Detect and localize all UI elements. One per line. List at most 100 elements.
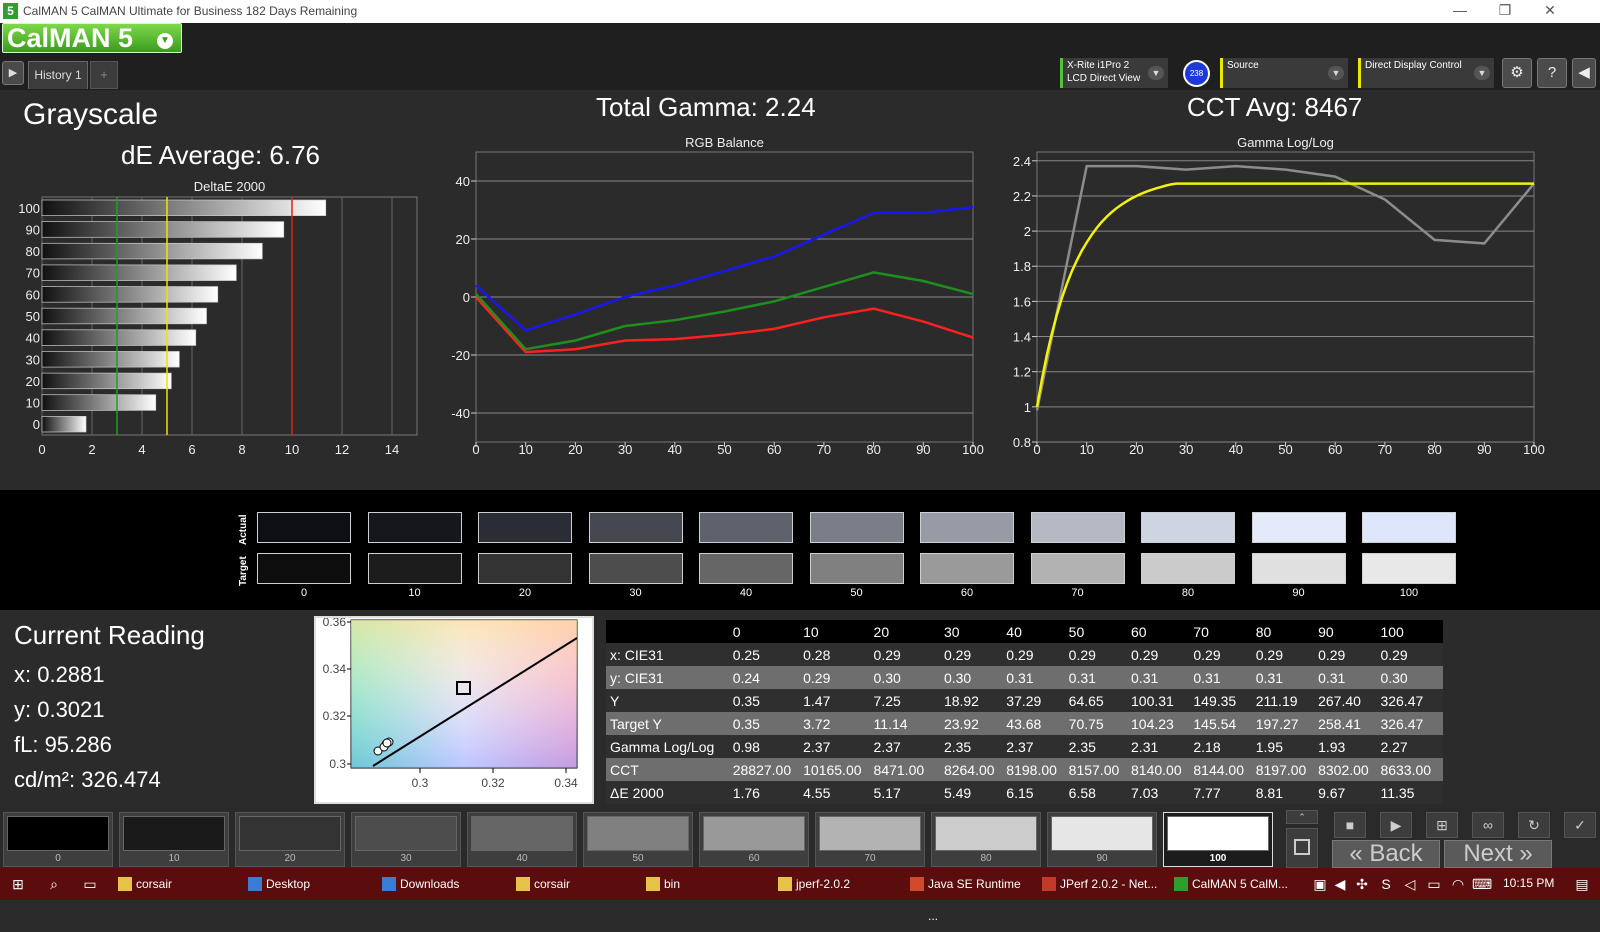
swatch-strip <box>0 490 1600 610</box>
column-header: 40 <box>1002 620 1065 643</box>
patch-color <box>471 816 573 851</box>
patch-button[interactable]: 30 <box>351 812 461 867</box>
read-series-icon[interactable]: ⊞ <box>1426 812 1458 838</box>
column-header: 0 <box>728 620 800 643</box>
table-header-row: 0 10 20 30 40 50 60 70 80 90 100 <box>606 620 1443 643</box>
cie-chromaticity-plot[interactable]: 0.36 0.34 0.32 0.3 0.3 0.32 0.34 <box>314 615 594 804</box>
category-label: 100 <box>18 201 40 216</box>
taskbar-app[interactable]: bin <box>642 868 770 900</box>
patch-button[interactable]: 20 <box>235 812 345 867</box>
bar <box>41 329 197 346</box>
app-icon <box>778 877 792 891</box>
table-cell: 2.37 <box>1002 735 1065 758</box>
taskbar-app[interactable]: Downloads <box>378 868 508 900</box>
chart-title: DeltaE 2000 <box>194 179 266 194</box>
bar <box>41 199 327 216</box>
volume-icon[interactable]: ◀ <box>1330 874 1350 894</box>
keyboard-icon[interactable]: ⌨ <box>1472 874 1492 894</box>
x-tick-label: 90 <box>916 442 930 457</box>
patch-button[interactable]: 0 <box>3 812 113 867</box>
network-icon[interactable]: ✣ <box>1352 874 1372 894</box>
x-tick-label: 12 <box>335 442 349 457</box>
y-tick-label: -20 <box>451 348 470 363</box>
wifi-icon[interactable]: ◠ <box>1448 874 1468 894</box>
taskbar-app[interactable]: corsair <box>114 868 234 900</box>
column-header: 30 <box>939 620 1003 643</box>
x-tick-label: 10 <box>518 442 532 457</box>
x-tick-label: 60 <box>767 442 781 457</box>
table-cell: 0.31 <box>1189 666 1252 689</box>
table-cell: 100.31 <box>1127 689 1190 712</box>
table-cell: 28827.00 <box>728 758 800 781</box>
skype-icon[interactable]: S <box>1376 874 1396 894</box>
refresh-icon[interactable]: ↻ <box>1518 812 1550 838</box>
stop-square-icon[interactable] <box>1286 828 1318 868</box>
x-tick-label: 0 <box>472 442 479 457</box>
y-tick-label: 2 <box>1024 224 1031 239</box>
table-cell: 2.37 <box>799 735 870 758</box>
patch-button[interactable]: 80 <box>931 812 1041 867</box>
patch-button[interactable]: 100 <box>1163 812 1273 867</box>
actual-swatch <box>588 512 683 543</box>
taskbar-app[interactable]: Java SE Runtime ... <box>906 868 1032 923</box>
notifications-icon[interactable]: ▤ <box>1572 874 1592 894</box>
next-button[interactable]: Next » <box>1444 840 1552 868</box>
patch-button[interactable]: 70 <box>815 812 925 867</box>
x-tick-label: 50 <box>1278 442 1292 457</box>
column-header: 70 <box>1189 620 1252 643</box>
actual-row-label: Actual <box>238 514 249 545</box>
table-cell: 0.29 <box>869 643 940 666</box>
table-cell: 8302.00 <box>1314 758 1377 781</box>
table-cell: 7.77 <box>1189 781 1252 804</box>
measurement-table: 0 10 20 30 40 50 60 70 80 90 100 x: CIE31 0.25 0.28 0… <box>606 620 1443 804</box>
actual-swatch <box>1030 512 1125 543</box>
bar <box>41 286 219 303</box>
windows-start-icon[interactable]: ⊞ <box>8 874 28 894</box>
table-cell: 0.29 <box>1251 643 1315 666</box>
patch-button[interactable]: 60 <box>699 812 809 867</box>
taskbar-app[interactable]: corsair <box>512 868 632 900</box>
reading-cdm: cd/m²: 326.474 <box>14 767 161 792</box>
taskbar-app[interactable]: JPerf 2.0.2 - Net... <box>1038 868 1164 900</box>
x-tick-label: 50 <box>717 442 731 457</box>
x-tick-label: 10 <box>285 442 299 457</box>
x-tick-label: 60 <box>1328 442 1342 457</box>
y-tick-label: 0.34 <box>323 662 347 676</box>
x-tick-label: 30 <box>618 442 632 457</box>
taskbar-app[interactable]: jperf-2.0.2 <box>774 868 898 900</box>
table-cell: 5.17 <box>869 781 940 804</box>
back-button[interactable]: « Back <box>1332 840 1440 868</box>
task-view-icon[interactable]: ▭ <box>80 874 100 894</box>
table-cell: 0.98 <box>728 735 800 758</box>
table-row: y: CIE31 0.24 0.29 0.30 0.30 0.31 0.31 0.31 0.31… <box>606 666 1443 689</box>
x-tick-label: 0 <box>1033 442 1040 457</box>
table-cell: 211.19 <box>1251 689 1315 712</box>
patch-button[interactable]: 50 <box>583 812 693 867</box>
target-swatch <box>588 553 683 584</box>
patch-button[interactable]: 10 <box>119 812 229 867</box>
bar <box>41 351 180 368</box>
patch-button[interactable]: 90 <box>1047 812 1157 867</box>
patch-color <box>239 816 341 851</box>
tray-icon[interactable]: ▣ <box>1310 874 1330 894</box>
check-icon[interactable]: ✓ <box>1564 812 1596 838</box>
taskbar-app[interactable]: Desktop <box>244 868 372 900</box>
x-tick-label: 10 <box>1079 442 1093 457</box>
actual-swatch <box>478 512 572 543</box>
taskbar-app[interactable]: CalMAN 5 CalM... <box>1170 868 1300 900</box>
x-tick-label: 0 <box>38 442 45 457</box>
table-cell: 0.30 <box>869 666 940 689</box>
current-reading-title: Current Reading <box>14 620 205 650</box>
chevron-up-icon[interactable]: ⌃ <box>1286 810 1318 824</box>
table-cell: 0.35 <box>728 689 800 712</box>
continuous-icon[interactable]: ∞ <box>1472 812 1504 838</box>
play-measure-icon[interactable]: ▶ <box>1380 812 1412 838</box>
column-header: 10 <box>799 620 870 643</box>
battery-icon[interactable]: ▭ <box>1424 874 1444 894</box>
patch-button[interactable]: 40 <box>467 812 577 867</box>
search-icon[interactable]: ⌕ <box>44 874 64 894</box>
stop-icon[interactable]: ■ <box>1334 812 1366 838</box>
x-tick-label: 100 <box>1523 442 1545 457</box>
speaker-icon[interactable]: ◁ <box>1400 874 1420 894</box>
reading-point <box>382 738 392 748</box>
